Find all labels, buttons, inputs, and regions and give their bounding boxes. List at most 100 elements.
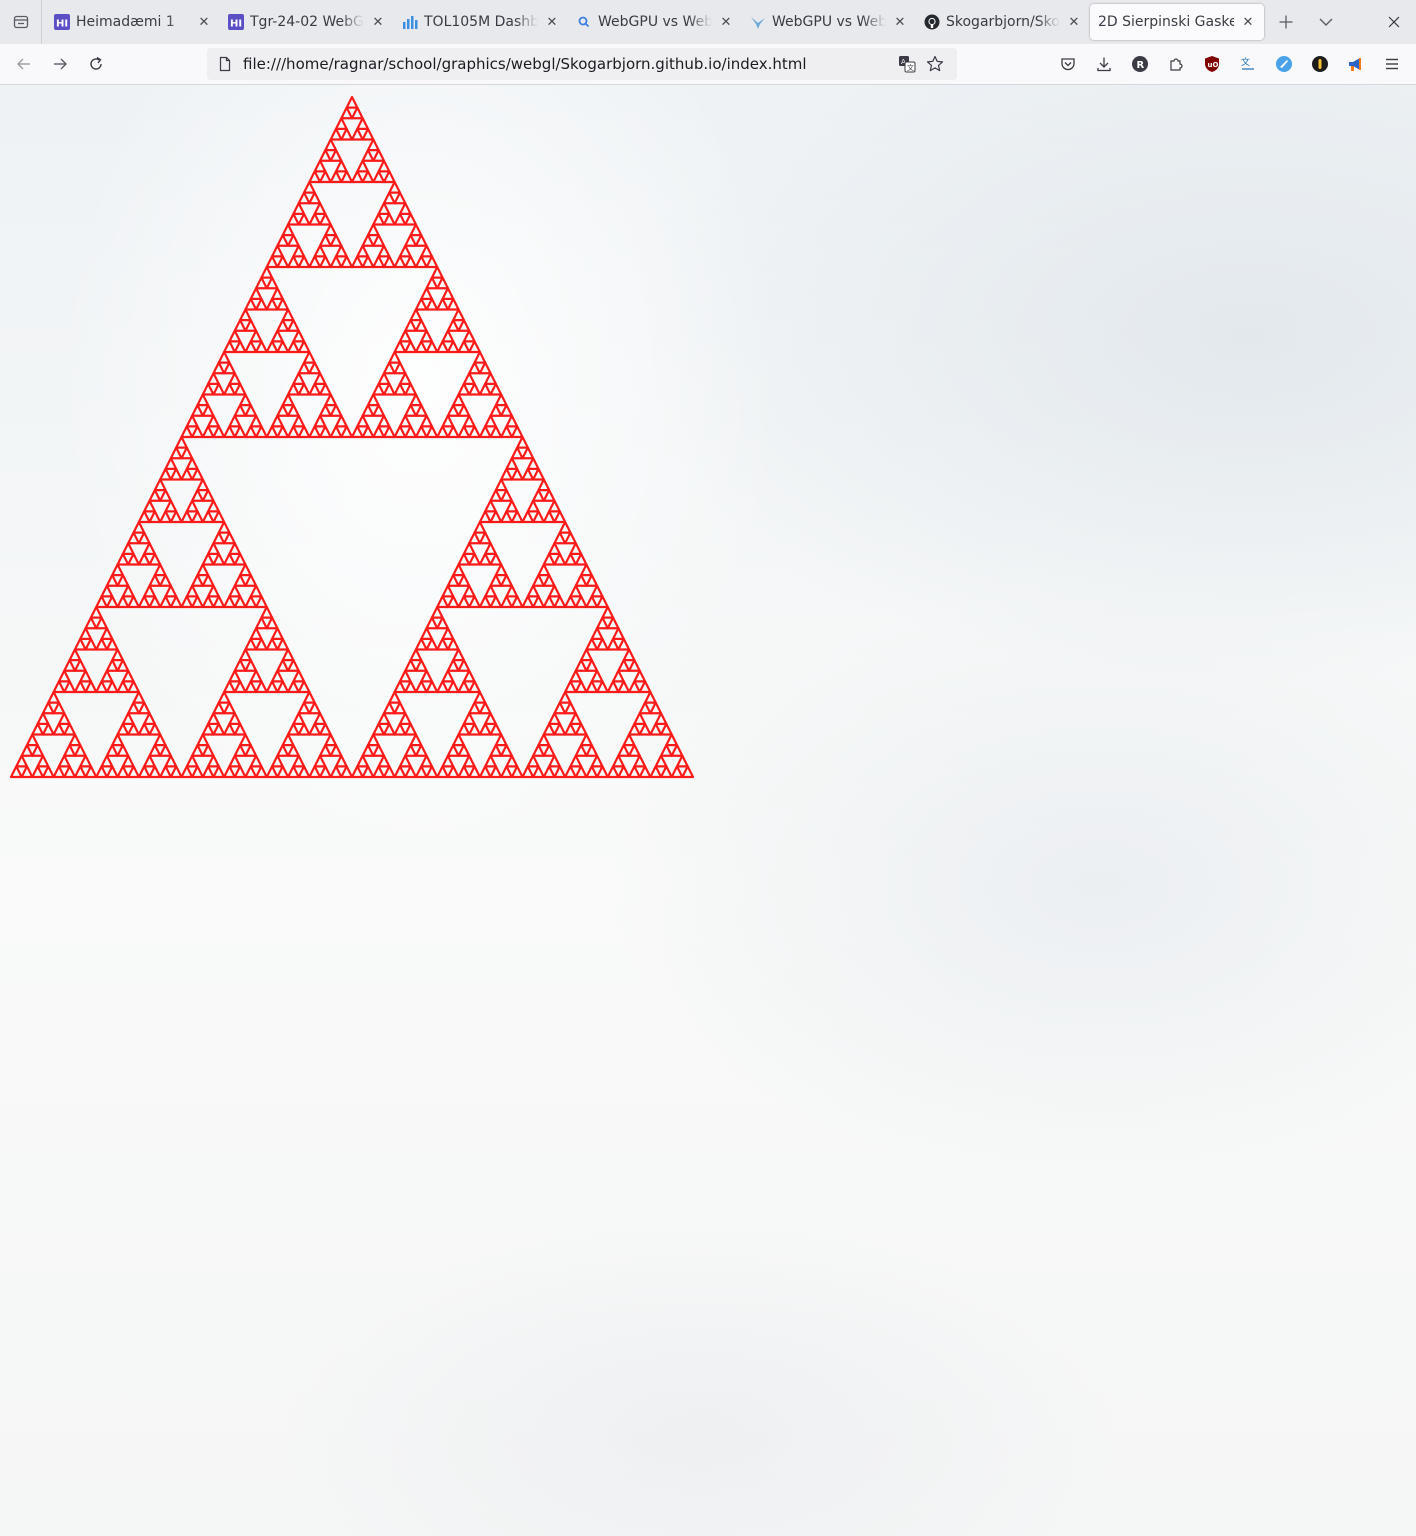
gasket-triangle: [542, 574, 556, 587]
gasket-triangle: [63, 765, 77, 779]
gasket-triangle: [116, 595, 130, 609]
gasket-triangle: [675, 754, 689, 768]
gasket-triangle: [382, 255, 396, 269]
gasket-triangle: [127, 680, 140, 694]
forward-button[interactable]: [42, 48, 78, 80]
gasket-triangle: [558, 520, 572, 534]
close-icon[interactable]: ✕: [718, 14, 734, 30]
reload-button[interactable]: [78, 48, 114, 80]
page-content: [0, 85, 1416, 1536]
extensions-button[interactable]: [1158, 48, 1194, 80]
gasket-triangle: [164, 499, 178, 513]
megaphone-extension-button[interactable]: [1338, 48, 1374, 80]
gasket-triangle: [553, 595, 567, 609]
gasket-triangle: [510, 595, 524, 609]
tab-dashboard[interactable]: TÖL105M Dashboard ✕: [394, 4, 568, 40]
profile-button[interactable]: R: [1122, 48, 1158, 80]
close-icon[interactable]: ✕: [544, 14, 560, 30]
gasket-triangle: [404, 340, 418, 354]
gasket-triangle: [148, 595, 162, 609]
list-all-tabs-button[interactable]: [1308, 4, 1344, 40]
close-icon[interactable]: ✕: [892, 14, 908, 30]
gasket-triangle: [580, 733, 593, 747]
url-text[interactable]: file:///home/ragnar/school/graphics/webg…: [243, 55, 893, 73]
tab-tgr[interactable]: HI Tgr-24-02 WebGL ✕: [220, 4, 394, 40]
tab-github[interactable]: Skogarbjorn/Skogarbjorn ✕: [916, 4, 1090, 40]
gasket-triangle: [244, 637, 258, 651]
gasket-triangle: [191, 404, 204, 417]
back-button[interactable]: [6, 48, 42, 80]
close-icon[interactable]: ✕: [1066, 14, 1082, 30]
gasket-triangle: [52, 701, 66, 715]
gasket-triangle: [564, 552, 577, 566]
tab-sierpinski[interactable]: 2D Sierpinski Gasket ✕: [1090, 4, 1264, 40]
gasket-triangle: [633, 712, 647, 725]
gasket-triangle: [654, 754, 668, 768]
gasket-triangle: [409, 223, 423, 237]
gasket-triangle: [297, 680, 311, 694]
gasket-triangle: [116, 552, 130, 566]
gasket-triangle: [340, 425, 354, 439]
gasket-triangle: [281, 223, 295, 237]
translate-icon[interactable]: A文: [893, 50, 921, 78]
gasket-triangle: [228, 669, 242, 683]
gasket-triangle: [201, 425, 215, 439]
tab-webgpu-article[interactable]: WebGPU vs WebGL ✕: [742, 4, 916, 40]
gasket-triangle: [276, 319, 290, 332]
window-close-button[interactable]: [1376, 4, 1412, 40]
gasket-triangle: [100, 627, 114, 640]
downloads-button[interactable]: [1086, 48, 1122, 80]
gasket-triangle: [111, 648, 124, 662]
gasket-triangle: [207, 414, 220, 428]
page-file-icon[interactable]: [217, 56, 233, 72]
gasket-triangle: [212, 382, 226, 396]
gasket-triangle: [260, 265, 274, 279]
gasket-triangle: [425, 637, 439, 651]
gasket-triangle: [377, 712, 391, 725]
bluesky-extension-button[interactable]: [1266, 48, 1302, 80]
gasket-triangle: [393, 191, 407, 205]
gasket-triangle: [105, 574, 119, 587]
gasket-triangle: [318, 744, 332, 757]
gasket-triangle: [425, 255, 439, 269]
gasket-triangle: [500, 765, 513, 779]
gasket-triangle: [329, 744, 343, 757]
app-menu-button[interactable]: [1374, 48, 1410, 80]
gasket-triangle: [532, 510, 545, 524]
url-bar[interactable]: file:///home/ragnar/school/graphics/webg…: [207, 48, 957, 80]
new-tab-button[interactable]: [1268, 4, 1304, 40]
gasket-triangle: [478, 765, 492, 779]
gasket-triangle: [372, 425, 386, 439]
gasket-triangle: [79, 669, 93, 683]
gasket-triangle: [585, 680, 599, 694]
gasket-triangle: [334, 117, 348, 130]
gasket-triangle: [345, 95, 359, 109]
gasket-triangle: [207, 372, 220, 385]
tab-webgpu-search[interactable]: WebGPU vs WebGL ✕: [568, 4, 742, 40]
tab-title: Heimadæmi 1: [76, 14, 175, 30]
translate-extension-button[interactable]: 文: [1230, 48, 1266, 80]
firefox-view-button[interactable]: [0, 0, 42, 44]
gasket-triangle: [670, 765, 684, 779]
close-icon[interactable]: ✕: [1240, 14, 1256, 30]
close-icon[interactable]: ✕: [196, 14, 212, 30]
gasket-triangle: [159, 489, 172, 502]
bookmark-star-icon[interactable]: [921, 50, 949, 78]
ublock-button[interactable]: uO: [1194, 48, 1230, 80]
gasket-triangle: [132, 520, 146, 534]
gasket-triangle: [436, 595, 450, 609]
gasket-triangle: [217, 520, 231, 534]
gasket-triangle: [148, 510, 162, 524]
gasket-triangle: [595, 765, 609, 779]
gasket-triangle: [622, 648, 636, 662]
gasket-triangle: [542, 552, 556, 566]
tab-heimadaemi[interactable]: HI Heimadæmi 1 ✕: [46, 4, 220, 40]
gasket-triangle: [585, 595, 599, 609]
tampermonkey-button[interactable]: [1302, 48, 1338, 80]
gasket-triangle: [313, 372, 327, 385]
pocket-button[interactable]: [1050, 48, 1086, 80]
gasket-triangle: [254, 765, 268, 779]
close-icon[interactable]: ✕: [370, 14, 386, 30]
gasket-triangle: [452, 648, 465, 662]
firefox-view-icon: [13, 15, 28, 29]
